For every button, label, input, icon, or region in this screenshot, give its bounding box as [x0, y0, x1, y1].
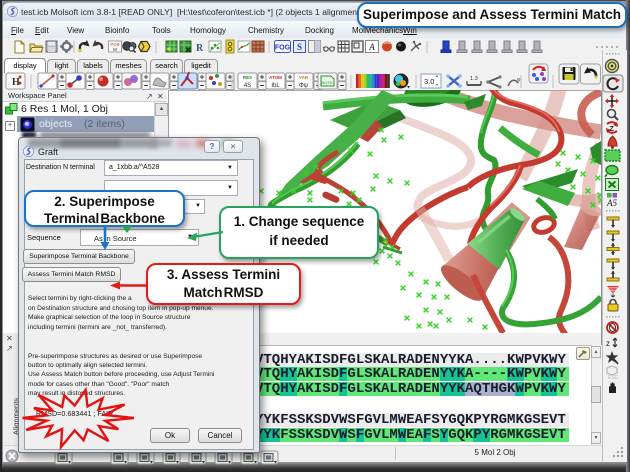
- svg-text:Φψ: Φψ: [299, 83, 308, 89]
- svg-text:VAR: VAR: [299, 75, 309, 80]
- svg-text:ESC: ESC: [608, 375, 619, 381]
- svg-text:3.0: 3.0: [424, 77, 434, 86]
- svg-text:A5: A5: [606, 198, 617, 208]
- svg-text:R: R: [196, 43, 204, 54]
- svg-text:z: z: [606, 339, 610, 348]
- svg-text:Z: Z: [610, 126, 615, 133]
- svg-text:IbL: IbL: [271, 83, 280, 89]
- svg-text:M: M: [113, 47, 117, 52]
- svg-text:RES: RES: [243, 75, 252, 80]
- svg-text:1.3: 1.3: [470, 76, 478, 82]
- svg-text:FOG: FOG: [275, 45, 291, 52]
- svg-text:A: A: [368, 42, 375, 52]
- svg-text:ATOM: ATOM: [269, 75, 282, 80]
- svg-text:NOTE: NOTE: [321, 80, 332, 85]
- svg-text:S: S: [297, 42, 302, 52]
- svg-text:φ: φ: [517, 77, 521, 83]
- svg-text:4S: 4S: [244, 83, 251, 89]
